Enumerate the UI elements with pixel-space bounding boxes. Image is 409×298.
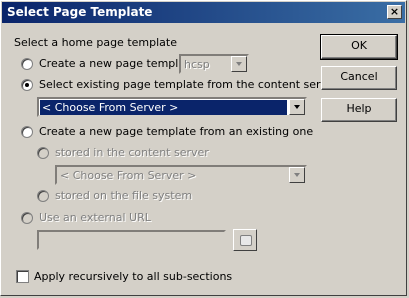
chevron-down-icon[interactable]	[289, 167, 305, 183]
radio-external-url[interactable]	[21, 212, 33, 224]
close-button[interactable]: ×	[387, 5, 402, 19]
external-url-input[interactable]	[37, 230, 226, 250]
window-title: Select Page Template	[7, 5, 153, 19]
radio-stored-in-server[interactable]	[37, 147, 49, 159]
chevron-down-icon[interactable]	[231, 56, 247, 72]
radio-external-url-label: Use an external URL	[39, 211, 151, 224]
apply-recursive-label: Apply recursively to all sub-sections	[34, 270, 233, 283]
new-template-type-select[interactable]: hcsp	[179, 54, 249, 74]
radio-create-from-existing-label: Create a new page template from an exist…	[39, 125, 314, 138]
dialog-window: Select Page Template × Select a home pag…	[0, 0, 407, 296]
section-label: Select a home page template	[14, 36, 177, 49]
radio-create-new[interactable]	[21, 58, 33, 70]
existing-template-value: < Choose From Server >	[60, 169, 197, 182]
server-template-select[interactable]: < Choose From Server >	[37, 97, 307, 117]
server-template-value: < Choose From Server >	[40, 100, 287, 115]
radio-selected-dot	[25, 83, 29, 87]
radio-select-existing-label: Select existing page template from the c…	[39, 78, 339, 91]
radio-create-new-label: Create a new page template	[39, 57, 197, 70]
close-icon: ×	[389, 5, 400, 18]
radio-stored-on-fs-label: stored on the file system	[55, 189, 193, 202]
ok-button[interactable]: OK	[320, 34, 398, 60]
radio-create-from-existing[interactable]	[21, 126, 33, 138]
new-template-type-value: hcsp	[184, 58, 210, 71]
title-bar[interactable]: Select Page Template ×	[2, 2, 405, 23]
radio-stored-on-fs[interactable]	[37, 190, 49, 202]
radio-select-existing[interactable]	[21, 79, 33, 91]
chevron-down-icon[interactable]	[289, 99, 305, 115]
help-button-label: Help	[346, 102, 372, 115]
cancel-button-label: Cancel	[340, 70, 378, 83]
apply-recursive-checkbox[interactable]	[16, 270, 29, 283]
radio-stored-in-server-label: stored in the content server	[55, 146, 209, 159]
existing-template-select[interactable]: < Choose From Server >	[55, 165, 307, 185]
help-button[interactable]: Help	[321, 98, 397, 122]
browse-button[interactable]	[233, 229, 257, 251]
ok-button-label: OK	[351, 39, 367, 52]
cancel-button[interactable]: Cancel	[321, 66, 397, 90]
